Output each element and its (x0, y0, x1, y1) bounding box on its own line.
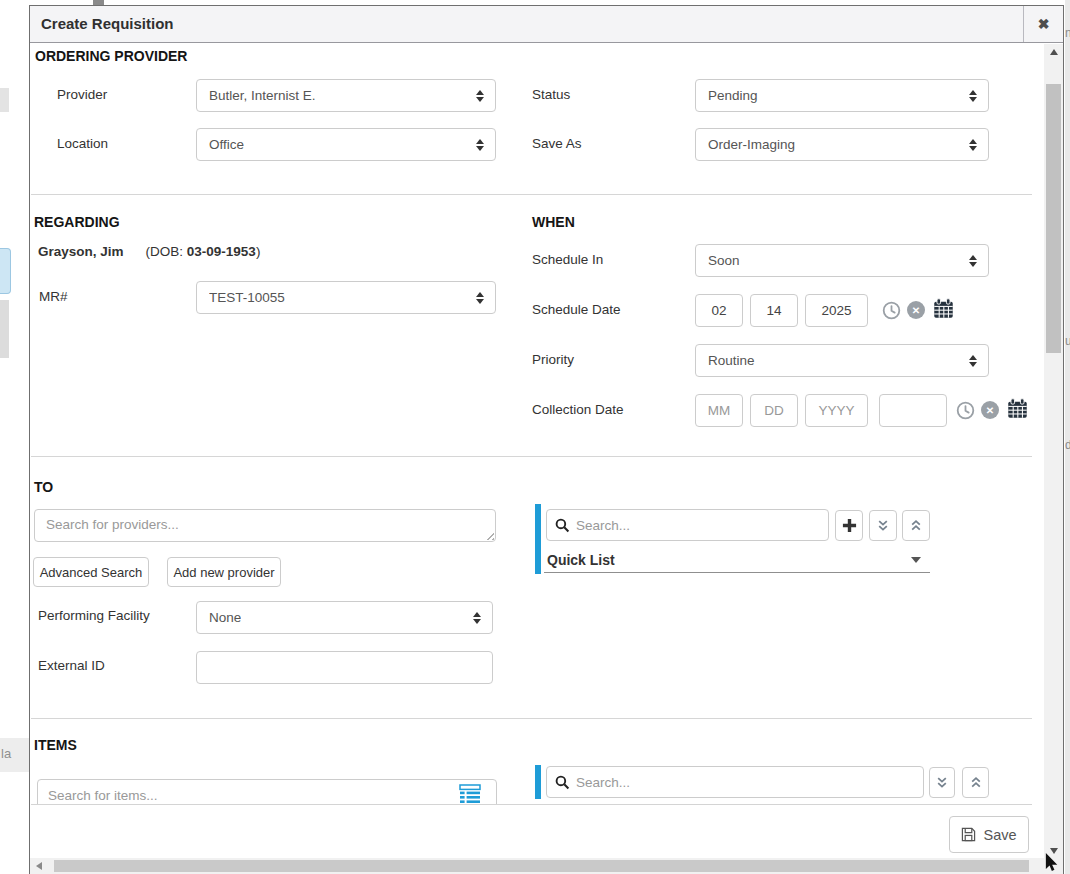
select-caret-icon (969, 90, 977, 102)
ordering-provider-heading: ORDERING PROVIDER (35, 48, 187, 64)
schedule-date-month-input[interactable] (695, 294, 743, 327)
schedule-date-day-input[interactable] (750, 294, 798, 327)
provider-select[interactable]: Butler, Internist E. (196, 79, 496, 112)
select-caret-icon (473, 612, 481, 624)
priority-label: Priority (532, 352, 574, 367)
save-icon (961, 827, 976, 842)
quick-list-label[interactable]: Quick List (547, 552, 615, 568)
section-ordering-provider: ORDERING PROVIDER Provider Butler, Inter… (30, 44, 1044, 194)
status-select[interactable]: Pending (695, 79, 989, 112)
collection-date-calendar-icon[interactable] (1007, 398, 1028, 419)
advanced-search-button[interactable]: Advanced Search (33, 557, 149, 587)
select-caret-icon (476, 139, 484, 151)
to-heading: TO (34, 479, 53, 495)
bg-right-text-2: ur (1065, 334, 1070, 348)
select-caret-icon (969, 355, 977, 367)
items-panel-accent-bar (535, 765, 541, 799)
provider-label: Provider (57, 87, 107, 102)
items-panel-search (546, 766, 924, 798)
schedule-date-clear-icon[interactable]: ✕ (907, 301, 925, 319)
schedule-date-label: Schedule Date (532, 302, 621, 317)
vertical-scrollbar[interactable] (1044, 44, 1063, 859)
external-id-input[interactable] (196, 651, 493, 684)
bg-left-block-1 (0, 88, 9, 112)
select-caret-icon (476, 292, 484, 304)
select-caret-icon (476, 90, 484, 102)
scroll-left-button[interactable] (30, 858, 47, 874)
search-icon (555, 518, 570, 533)
close-icon: ✖ (1038, 16, 1050, 32)
mr-label: MR# (39, 289, 68, 304)
when-heading: WHEN (532, 214, 575, 230)
modal-title: Create Requisition (30, 6, 174, 42)
collapse-all-button[interactable] (902, 510, 930, 541)
save-as-select[interactable]: Order-Imaging (695, 128, 989, 161)
collection-date-month-input[interactable] (695, 394, 743, 427)
to-panel-accent-bar (535, 504, 541, 574)
performing-facility-label: Performing Facility (38, 608, 150, 623)
collection-date-clear-icon[interactable]: ✕ (981, 401, 999, 419)
mouse-cursor (1044, 853, 1062, 874)
section-regarding-when: REGARDING Grayson, Jim(DOB: 03-09-1953) … (30, 194, 1044, 456)
bg-right-text-1: n (1065, 26, 1070, 40)
items-collapse-all-button[interactable] (962, 767, 989, 798)
vertical-scroll-thumb[interactable] (1046, 84, 1061, 353)
collection-time-input[interactable] (879, 394, 947, 427)
items-panel-search-input[interactable] (576, 775, 915, 790)
items-heading: ITEMS (34, 737, 77, 753)
external-id-label: External ID (38, 658, 105, 673)
location-label: Location (57, 136, 108, 151)
bg-left-text: la (1, 746, 11, 761)
collection-date-label: Collection Date (532, 402, 624, 417)
priority-select[interactable]: Routine (695, 344, 989, 377)
collection-date-clock-icon[interactable] (956, 401, 975, 420)
bg-right-strip: n ur d (1065, 0, 1070, 874)
modal-header: Create Requisition ✖ (30, 6, 1063, 43)
bg-right-text-3: d (1065, 438, 1070, 452)
scroll-up-button[interactable] (1044, 44, 1063, 60)
expand-all-button[interactable] (869, 510, 897, 541)
select-caret-icon (969, 255, 977, 267)
provider-search-textarea[interactable] (34, 509, 496, 542)
bg-left-block-2 (0, 300, 9, 358)
schedule-in-select[interactable]: Soon (695, 244, 989, 277)
collection-date-day-input[interactable] (750, 394, 798, 427)
performing-facility-select[interactable]: None (196, 601, 493, 634)
schedule-in-label: Schedule In (532, 252, 603, 267)
to-panel-search-input[interactable] (576, 518, 820, 533)
item-list-icon[interactable] (459, 784, 481, 804)
create-requisition-modal: Create Requisition ✖ ORDERING PROVIDER P… (29, 5, 1064, 874)
modal-body: ORDERING PROVIDER Provider Butler, Inter… (30, 44, 1044, 859)
select-caret-icon (969, 139, 977, 151)
add-button[interactable] (835, 510, 863, 541)
location-select[interactable]: Office (196, 128, 496, 161)
collection-date-year-input[interactable] (805, 394, 868, 427)
schedule-date-calendar-icon[interactable] (933, 298, 954, 319)
provider-search-area (34, 509, 496, 542)
to-panel-search (546, 509, 829, 541)
save-button[interactable]: Save (949, 816, 1029, 853)
quick-list-caret-icon[interactable] (911, 557, 921, 563)
mr-select[interactable]: TEST-10055 (196, 281, 496, 314)
patient-line: Grayson, Jim(DOB: 03-09-1953) (38, 244, 260, 259)
footer-divider (31, 804, 1032, 805)
items-expand-all-button[interactable] (929, 767, 955, 798)
schedule-date-clock-icon[interactable] (882, 301, 901, 320)
patient-dob: 03-09-1953 (187, 244, 256, 259)
status-label: Status (532, 87, 570, 102)
regarding-heading: REGARDING (34, 214, 120, 230)
patient-name: Grayson, Jim (38, 244, 124, 259)
schedule-date-year-input[interactable] (805, 294, 868, 327)
bg-left-block-3: la (0, 738, 29, 772)
close-button[interactable]: ✖ (1023, 6, 1063, 42)
search-icon (555, 775, 570, 790)
bg-left-blue-button (0, 248, 11, 294)
save-as-label: Save As (532, 136, 582, 151)
section-to: TO Advanced Search Add new provider Perf… (30, 456, 1044, 718)
horizontal-scrollbar[interactable] (30, 858, 1044, 874)
modal-footer: Save (30, 804, 1044, 859)
quick-list-underline (544, 572, 930, 573)
horizontal-scroll-thumb[interactable] (54, 860, 1029, 872)
add-new-provider-button[interactable]: Add new provider (167, 557, 281, 587)
